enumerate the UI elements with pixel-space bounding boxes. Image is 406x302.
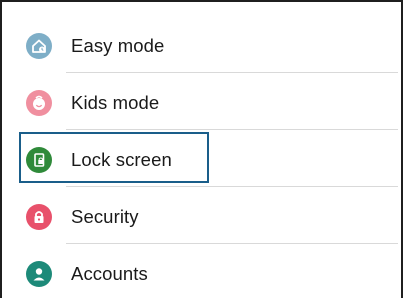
settings-item-lock-screen[interactable]: Lock screen: [2, 131, 401, 188]
divider: [66, 72, 398, 73]
settings-item-kids-mode[interactable]: Kids mode: [2, 74, 401, 131]
easy-mode-icon: [26, 32, 52, 59]
divider: [66, 243, 398, 244]
settings-item-label: Accounts: [71, 262, 148, 284]
settings-item-easy-mode[interactable]: Easy mode: [2, 17, 401, 74]
divider: [66, 186, 398, 187]
settings-item-label: Easy mode: [71, 34, 165, 56]
settings-item-label: Lock screen: [71, 148, 172, 170]
settings-item-label: Security: [71, 205, 139, 227]
settings-list: Easy mode Kids mode Lock screen Security…: [0, 0, 403, 298]
lock-icon: [26, 203, 52, 230]
settings-item-security[interactable]: Security: [2, 188, 401, 245]
settings-item-accounts[interactable]: Accounts: [2, 245, 401, 302]
lock-screen-icon: [26, 146, 52, 173]
kids-mode-icon: [26, 89, 52, 116]
settings-item-label: Kids mode: [71, 91, 160, 113]
account-icon: [26, 260, 52, 287]
divider: [66, 129, 398, 130]
